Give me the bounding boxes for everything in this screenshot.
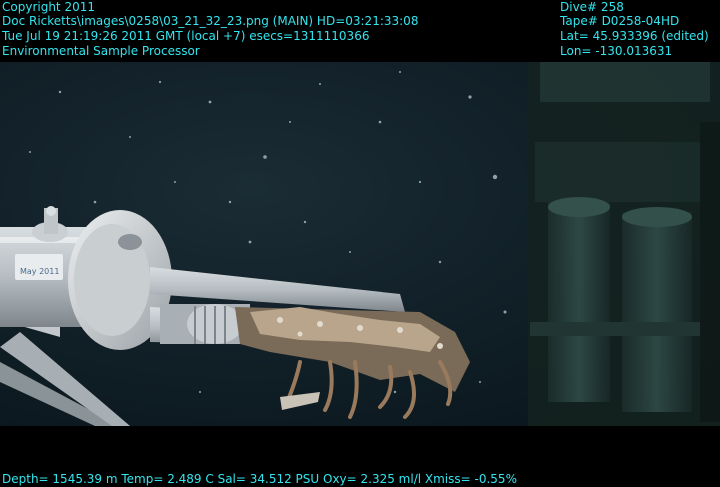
bottom-overlay: Depth= 1545.39 m Temp= 2.489 C Sal= 34.5… — [0, 426, 720, 486]
top-overlay: Copyright 2011 Doc Ricketts\images\0258\… — [0, 0, 720, 62]
sensor-readout-text: Depth= 1545.39 m Temp= 2.489 C Sal= 34.5… — [2, 472, 517, 486]
longitude-text: Lon= -130.013631 — [560, 44, 673, 58]
latitude-text: Lat= 45.933396 (edited) — [560, 29, 709, 43]
timestamp-text: Tue Jul 19 21:19:26 2011 GMT (local +7) … — [2, 29, 370, 43]
underwater-scene: May 2011 — [0, 62, 720, 426]
subject-text: Environmental Sample Processor — [2, 44, 200, 58]
equipment-label: May 2011 — [20, 267, 59, 276]
tape-number-text: Tape# D0258-04HD — [560, 14, 680, 28]
dive-number-text: Dive# 258 — [560, 0, 624, 14]
copyright-text: Copyright 2011 — [2, 0, 95, 14]
image-path-text: Doc Ricketts\images\0258\03_21_32_23.png… — [2, 14, 419, 28]
sampler-instrument — [528, 62, 720, 426]
underwater-photo: May 2011 — [0, 62, 720, 426]
